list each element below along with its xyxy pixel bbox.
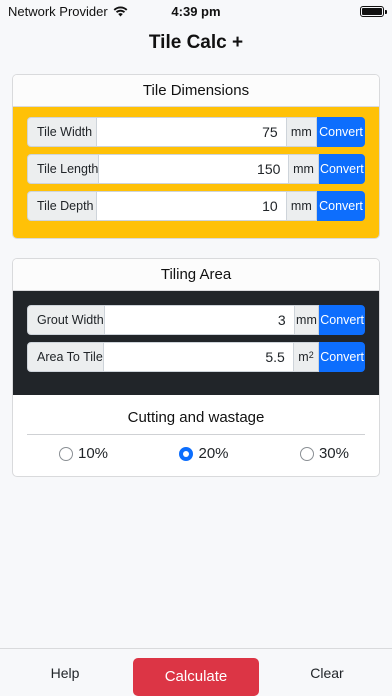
tile-dimensions-body: Tile Width mm Convert Tile Length mm Con… (13, 107, 379, 238)
wastage-option-10-label: 10% (78, 445, 109, 462)
tile-depth-label: Tile Depth (27, 191, 97, 221)
tile-depth-row: Tile Depth mm Convert (27, 191, 365, 221)
grout-width-convert-button[interactable]: Convert (319, 305, 365, 335)
tiling-area-header: Tiling Area (13, 259, 379, 291)
app-title: Tile Calc + (148, 32, 244, 53)
tile-width-unit: mm (286, 117, 318, 147)
tile-width-convert-button[interactable]: Convert (317, 117, 365, 147)
tile-length-input[interactable] (99, 154, 290, 184)
tiling-area-body: Grout Width mm Convert Area To Tile m2 C… (13, 291, 379, 395)
tile-depth-unit: mm (286, 191, 318, 221)
status-left: Network Provider (8, 4, 128, 19)
tile-length-convert-button[interactable]: Convert (318, 154, 365, 184)
radio-20-icon[interactable] (179, 446, 194, 461)
tile-width-input[interactable] (96, 117, 287, 147)
grout-width-row: Grout Width mm Convert (27, 305, 365, 335)
battery-icon (360, 5, 387, 17)
carrier-name: Network Provider (8, 3, 108, 19)
tiling-area-card: Tiling Area Grout Width mm Convert Area … (12, 258, 380, 477)
area-to-tile-label: Area To Tile (27, 342, 104, 372)
status-bar: Network Provider 4:39 pm (0, 0, 392, 22)
tile-dimensions-card: Tile Dimensions Tile Width mm Convert Ti… (12, 74, 380, 239)
tile-depth-convert-button[interactable]: Convert (317, 191, 365, 221)
tile-length-label: Tile Length (27, 154, 100, 184)
area-to-tile-convert-button[interactable]: Convert (319, 342, 365, 372)
wastage-option-20-label: 20% (198, 445, 229, 462)
wastage-option-30-label: 30% (318, 445, 349, 462)
wastage-option-30[interactable]: 30% (299, 445, 349, 462)
area-to-tile-unit: m2 (293, 342, 320, 372)
grout-width-label: Grout Width (27, 305, 105, 335)
help-button[interactable]: Help (0, 665, 130, 681)
tile-length-unit: mm (289, 154, 319, 184)
tile-width-label: Tile Width (27, 117, 97, 147)
radio-10-icon[interactable] (59, 446, 73, 461)
tile-width-row: Tile Width mm Convert (27, 117, 365, 147)
area-unit-exponent: 2 (308, 350, 314, 360)
tile-dimensions-header: Tile Dimensions (13, 75, 379, 107)
area-to-tile-row: Area To Tile m2 Convert (27, 342, 365, 372)
grout-width-unit: mm (294, 305, 320, 335)
grout-width-input[interactable] (104, 305, 295, 335)
wastage-title: Cutting and wastage (127, 409, 265, 426)
wifi-icon (113, 6, 128, 16)
clear-button[interactable]: Clear (262, 665, 392, 681)
radio-30-icon[interactable] (299, 446, 314, 461)
wastage-option-20[interactable]: 20% (179, 445, 229, 462)
calculate-button[interactable]: Calculate (133, 657, 259, 696)
tile-length-row: Tile Length mm Convert (27, 154, 365, 184)
wastage-option-10[interactable]: 10% (59, 445, 108, 462)
wastage-options: 10% 20% 30% (13, 435, 379, 476)
bottom-bar: Help Calculate Clear (0, 648, 392, 696)
area-unit-base: m (298, 350, 309, 364)
area-to-tile-input[interactable] (103, 342, 294, 372)
tile-depth-input[interactable] (96, 191, 287, 221)
